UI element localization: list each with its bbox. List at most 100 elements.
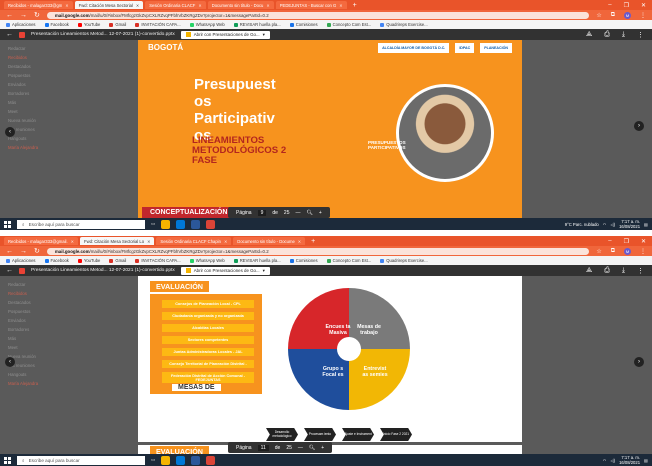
minimize-icon[interactable]: – <box>608 238 611 244</box>
avatar[interactable]: M <box>624 247 631 255</box>
close-icon[interactable]: ✕ <box>71 239 74 244</box>
clock[interactable]: 7:17 a. m. 16/08/2021 <box>619 219 640 229</box>
bookmark-whatsapp[interactable]: WhatsApp Web <box>189 22 225 27</box>
add-to-drive-icon[interactable]: ⟁ <box>586 267 592 275</box>
tab-pedejuntas[interactable]: PEDEJUNTAS - Buscar con G ✕ <box>275 1 347 9</box>
close-icon[interactable]: ✕ <box>298 239 301 244</box>
next-page-button[interactable]: › <box>634 357 644 367</box>
print-icon[interactable]: ⎙ <box>604 267 610 275</box>
bookmark-concepto[interactable]: Concepto Com Est... <box>326 258 371 263</box>
bookmark-apps[interactable]: Aplicaciones <box>6 22 36 27</box>
close-icon[interactable]: ✕ <box>136 3 139 8</box>
previous-page-button[interactable]: ‹ <box>5 357 15 367</box>
new-tab-button[interactable]: + <box>349 2 361 9</box>
close-icon[interactable]: ✕ <box>224 239 227 244</box>
menu-icon[interactable]: ⋮ <box>640 248 646 255</box>
file-explorer-icon[interactable] <box>161 219 171 229</box>
close-icon[interactable]: ✕ <box>339 3 342 8</box>
back-icon[interactable]: ← <box>6 267 13 274</box>
close-icon[interactable]: ✕ <box>198 3 201 8</box>
volume-icon[interactable]: ◁) <box>610 458 615 463</box>
tab-fwd-citacion[interactable]: Fwd: Citación Mesa Sectorial ✕ <box>74 1 144 9</box>
star-icon[interactable]: ☆ <box>596 248 601 255</box>
forward-icon[interactable]: → <box>20 12 27 19</box>
close-icon[interactable]: ✕ <box>266 3 269 8</box>
task-view-icon[interactable]: ▭ <box>151 457 155 463</box>
weather-widget[interactable]: 9°C Parc. nublado <box>565 222 599 227</box>
previous-page-button[interactable]: ‹ <box>5 127 15 137</box>
tab-sesion-ordinaria[interactable]: Sesión Ordinaria CLACF Chapin ✕ <box>156 237 232 245</box>
back-icon[interactable]: ← <box>6 248 13 255</box>
open-with-button[interactable]: Abrir con Presentaciones de Go... ▾ <box>180 266 270 275</box>
task-view-icon[interactable]: ▭ <box>151 221 155 227</box>
file-explorer-icon[interactable] <box>161 455 171 465</box>
bookmark-gmail[interactable]: Gmail <box>109 22 126 27</box>
star-icon[interactable]: ☆ <box>596 12 601 19</box>
tab-gmail-inbox[interactable]: Recibidos - malagar333@gmail. ✕ <box>4 237 79 245</box>
more-icon[interactable]: ⋮ <box>637 267 644 275</box>
forward-icon[interactable]: → <box>20 248 27 255</box>
extensions-icon[interactable]: ⧉ <box>611 12 615 19</box>
bookmark-revisar[interactable]: REVISAR huella pla... <box>233 22 281 27</box>
close-window-icon[interactable]: ✕ <box>641 2 646 9</box>
add-to-drive-icon[interactable]: ⟁ <box>586 31 592 39</box>
zoom-out-icon[interactable]: — <box>298 445 303 451</box>
tab-documento[interactable]: Documento sin título - Docu ✕ <box>207 1 274 9</box>
bookmark-facebook[interactable]: Facebook <box>44 258 69 263</box>
reload-icon[interactable]: ↻ <box>34 247 40 255</box>
bookmark-concepto[interactable]: Concepto Com Est... <box>326 22 371 27</box>
tab-documento[interactable]: Documento sin título - Docume ✕ <box>233 237 306 245</box>
extensions-icon[interactable]: ⧉ <box>611 248 615 255</box>
current-page-field[interactable]: 11 <box>257 444 269 451</box>
bookmark-revisar[interactable]: REVISAR huella pla... <box>233 258 281 263</box>
download-icon[interactable]: ⤓ <box>622 31 625 39</box>
next-page-button[interactable]: › <box>634 121 644 131</box>
zoom-in-icon[interactable]: + <box>319 210 322 216</box>
clock[interactable]: 7:17 a. m. 16/08/2021 <box>619 455 640 465</box>
bookmark-youtube[interactable]: YouTube <box>77 258 100 263</box>
avatar[interactable]: M <box>624 11 631 19</box>
bookmark-gmail[interactable]: Gmail <box>109 258 126 263</box>
bookmark-whatsapp[interactable]: WhatsApp Web <box>189 258 225 263</box>
volume-icon[interactable]: ◁) <box>610 222 615 227</box>
menu-icon[interactable]: ⋮ <box>640 12 646 19</box>
tab-sesion-ordinaria[interactable]: Sesión Ordinaria CLACF ✕ <box>145 1 206 9</box>
maximize-icon[interactable]: ❐ <box>624 238 629 245</box>
windows-start-icon[interactable] <box>4 456 11 464</box>
close-window-icon[interactable]: ✕ <box>641 238 646 245</box>
current-page-field[interactable]: 9 <box>257 209 267 216</box>
windows-start-icon[interactable] <box>4 220 11 228</box>
notifications-icon[interactable]: ▤ <box>644 222 648 227</box>
bookmark-invitacion[interactable]: INVITACIÓN CAPA... <box>135 22 181 27</box>
edge-icon[interactable] <box>176 455 186 465</box>
url-field[interactable]: mail.google.com/mail/u/0/#inbox/FMfcgzGk… <box>46 11 590 19</box>
notifications-icon[interactable]: ▤ <box>644 458 648 463</box>
taskbar-search[interactable]: ⌕ Escribe aquí para buscar <box>17 455 145 465</box>
bookmark-youtube[interactable]: YouTube <box>77 22 100 27</box>
bookmark-apps[interactable]: Aplicaciones <box>6 258 36 263</box>
taskbar-search[interactable]: ⌕ Escribe aquí para buscar <box>17 219 145 229</box>
wifi-icon[interactable]: ◠ <box>603 458 607 463</box>
print-icon[interactable]: ⎙ <box>604 31 610 39</box>
tab-fwd-citacion[interactable]: Fwd: Citación Mesa Sectorial Lo ✕ <box>80 237 155 245</box>
zoom-icon[interactable]: 🔍︎ <box>306 210 312 216</box>
back-icon[interactable]: ← <box>6 12 13 19</box>
bookmark-quadrireps[interactable]: Quadrireps Exercise... <box>380 258 428 263</box>
url-field[interactable]: mail.google.com/mail/u/0/#inbox/FMfcgzGk… <box>46 247 590 255</box>
wifi-icon[interactable]: ◠ <box>603 222 607 227</box>
close-icon[interactable]: ✕ <box>65 3 68 8</box>
back-icon[interactable]: ← <box>6 31 13 38</box>
chrome-icon[interactable] <box>206 455 216 465</box>
zoom-in-icon[interactable]: + <box>321 445 324 451</box>
word-icon[interactable] <box>191 455 201 465</box>
zoom-icon[interactable]: 🔍︎ <box>309 445 315 451</box>
open-with-button[interactable]: Abrir con Presentaciones de Go... ▾ <box>180 30 270 39</box>
word-icon[interactable] <box>191 219 201 229</box>
bookmark-comisiones[interactable]: Comisiones <box>289 22 318 27</box>
reload-icon[interactable]: ↻ <box>34 11 40 19</box>
bookmark-quadrireps[interactable]: Quadrireps Exercise... <box>380 22 428 27</box>
zoom-out-icon[interactable]: — <box>295 210 300 216</box>
edge-icon[interactable] <box>176 219 186 229</box>
minimize-icon[interactable]: – <box>608 2 611 8</box>
bookmark-facebook[interactable]: Facebook <box>44 22 69 27</box>
